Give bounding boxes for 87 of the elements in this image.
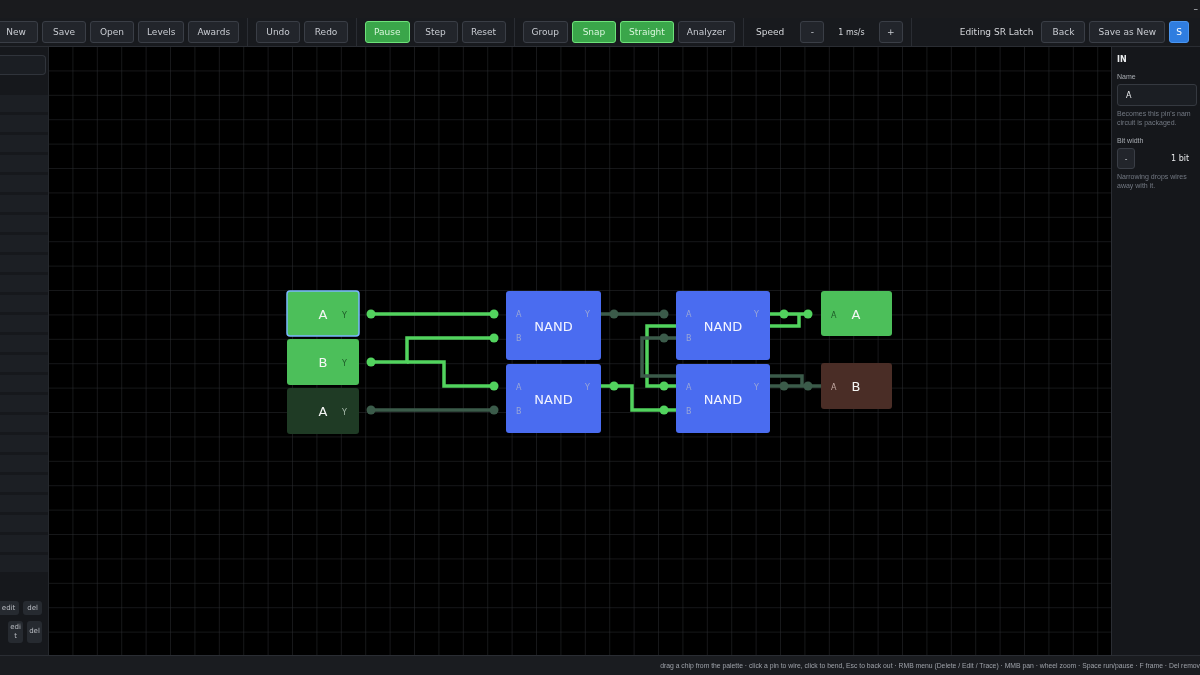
decrease-button[interactable]: -	[1117, 148, 1135, 169]
palette-slot[interactable]	[0, 95, 48, 112]
palette-slot[interactable]	[0, 375, 48, 392]
pin-label: A	[686, 383, 692, 392]
pin-label: Y	[754, 310, 759, 319]
pin-label: B	[686, 334, 692, 343]
toolbar-button[interactable]: Step	[413, 21, 458, 43]
name-field[interactable]: A	[1117, 84, 1197, 106]
palette-slot[interactable]	[0, 315, 48, 332]
wire[interactable]	[407, 360, 499, 391]
toolbar-button[interactable]: Undo	[256, 21, 301, 43]
gate-label: NAND	[703, 319, 743, 334]
palette-slot[interactable]	[0, 295, 48, 312]
gate-label: NAND	[534, 319, 573, 334]
gate-label: NAND	[703, 392, 743, 407]
toolbar-button[interactable]: Analyzer	[677, 21, 736, 43]
toolbar-button[interactable]: New	[0, 21, 38, 43]
palette-slot[interactable]	[0, 175, 48, 192]
toolbar-button[interactable]: Levels	[138, 21, 185, 43]
pin-label: Y	[754, 383, 759, 392]
input-pin[interactable]	[286, 290, 360, 337]
palette-slot[interactable]	[0, 415, 48, 432]
palette-slot[interactable]	[0, 155, 48, 172]
palette-slot[interactable]	[0, 115, 48, 132]
wire[interactable]	[366, 309, 499, 319]
wire[interactable]	[366, 333, 499, 367]
inspector-title: IN	[1117, 55, 1128, 64]
palette-slot[interactable]	[0, 515, 48, 532]
pin-label: A	[831, 311, 837, 320]
toolbar-button[interactable]: Reset	[461, 21, 506, 43]
pin-name: A	[318, 307, 328, 322]
palette-slot[interactable]	[0, 475, 48, 492]
palette-slot[interactable]	[0, 535, 48, 552]
toolbar-button[interactable]: Awards	[188, 21, 240, 43]
window-minimize[interactable]: –	[1193, 4, 1200, 14]
toolbar-button[interactable]: Save	[42, 21, 86, 43]
gate-label: NAND	[534, 392, 573, 407]
pin-label: A	[516, 383, 522, 392]
input-pin[interactable]	[287, 339, 359, 385]
pin-label: Y	[342, 408, 347, 417]
wire[interactable]	[770, 309, 813, 319]
toolbar-button[interactable]: Redo	[304, 21, 349, 43]
pin-label: B	[686, 407, 692, 416]
pin-label: Y	[342, 311, 347, 320]
wire[interactable]	[645, 312, 801, 391]
pin-label: Y	[585, 310, 590, 319]
pin-name: B	[851, 379, 861, 394]
palette-slot[interactable]	[0, 235, 48, 252]
nand-gate[interactable]	[506, 291, 601, 360]
search-field[interactable]	[0, 55, 46, 75]
palette-slot[interactable]	[0, 495, 48, 512]
pin-label: A	[686, 310, 692, 319]
toolbar-label: Speed	[755, 27, 786, 37]
palette-slot[interactable]	[0, 195, 48, 212]
pin-label: Y	[342, 359, 347, 368]
palette-slot[interactable]	[0, 355, 48, 372]
toolbar-button[interactable]: Group	[522, 21, 568, 43]
palette-slot[interactable]	[0, 255, 48, 272]
toolbar-label: Editing SR Latch	[958, 27, 1035, 37]
toolbar-button[interactable]: Back	[1041, 21, 1086, 43]
input-pin[interactable]	[287, 388, 359, 434]
wire[interactable]	[601, 381, 676, 415]
toolbar-button[interactable]: -	[800, 21, 825, 43]
pin-name: A	[318, 404, 328, 419]
palette-slot[interactable]	[0, 135, 48, 152]
pin-label: A	[516, 310, 522, 319]
pin-label: Y	[585, 383, 590, 392]
output-pin[interactable]	[821, 363, 892, 409]
palette-slot[interactable]	[0, 275, 48, 292]
pin-name: A	[851, 307, 861, 322]
palette-slot[interactable]	[0, 335, 48, 352]
palette-slot[interactable]	[0, 455, 48, 472]
pin-label: B	[516, 407, 522, 416]
toolbar-button[interactable]: +	[878, 21, 903, 43]
pin-label: B	[516, 334, 522, 343]
palette-slot[interactable]	[0, 435, 48, 452]
pin-label: A	[831, 383, 837, 392]
palette-slot[interactable]	[0, 555, 48, 572]
toolbar-button[interactable]: Save as New	[1089, 21, 1166, 43]
pin-name: B	[318, 355, 328, 370]
toolbar-button[interactable]: Open	[90, 21, 134, 43]
speed-value: 1 ms/s	[837, 27, 866, 37]
bit-width-value: 1 bit	[1171, 154, 1190, 163]
palette-slot[interactable]	[0, 215, 48, 232]
output-pin[interactable]	[821, 291, 892, 336]
primary-button[interactable]: S	[1169, 21, 1190, 43]
palette-slot[interactable]	[0, 395, 48, 412]
